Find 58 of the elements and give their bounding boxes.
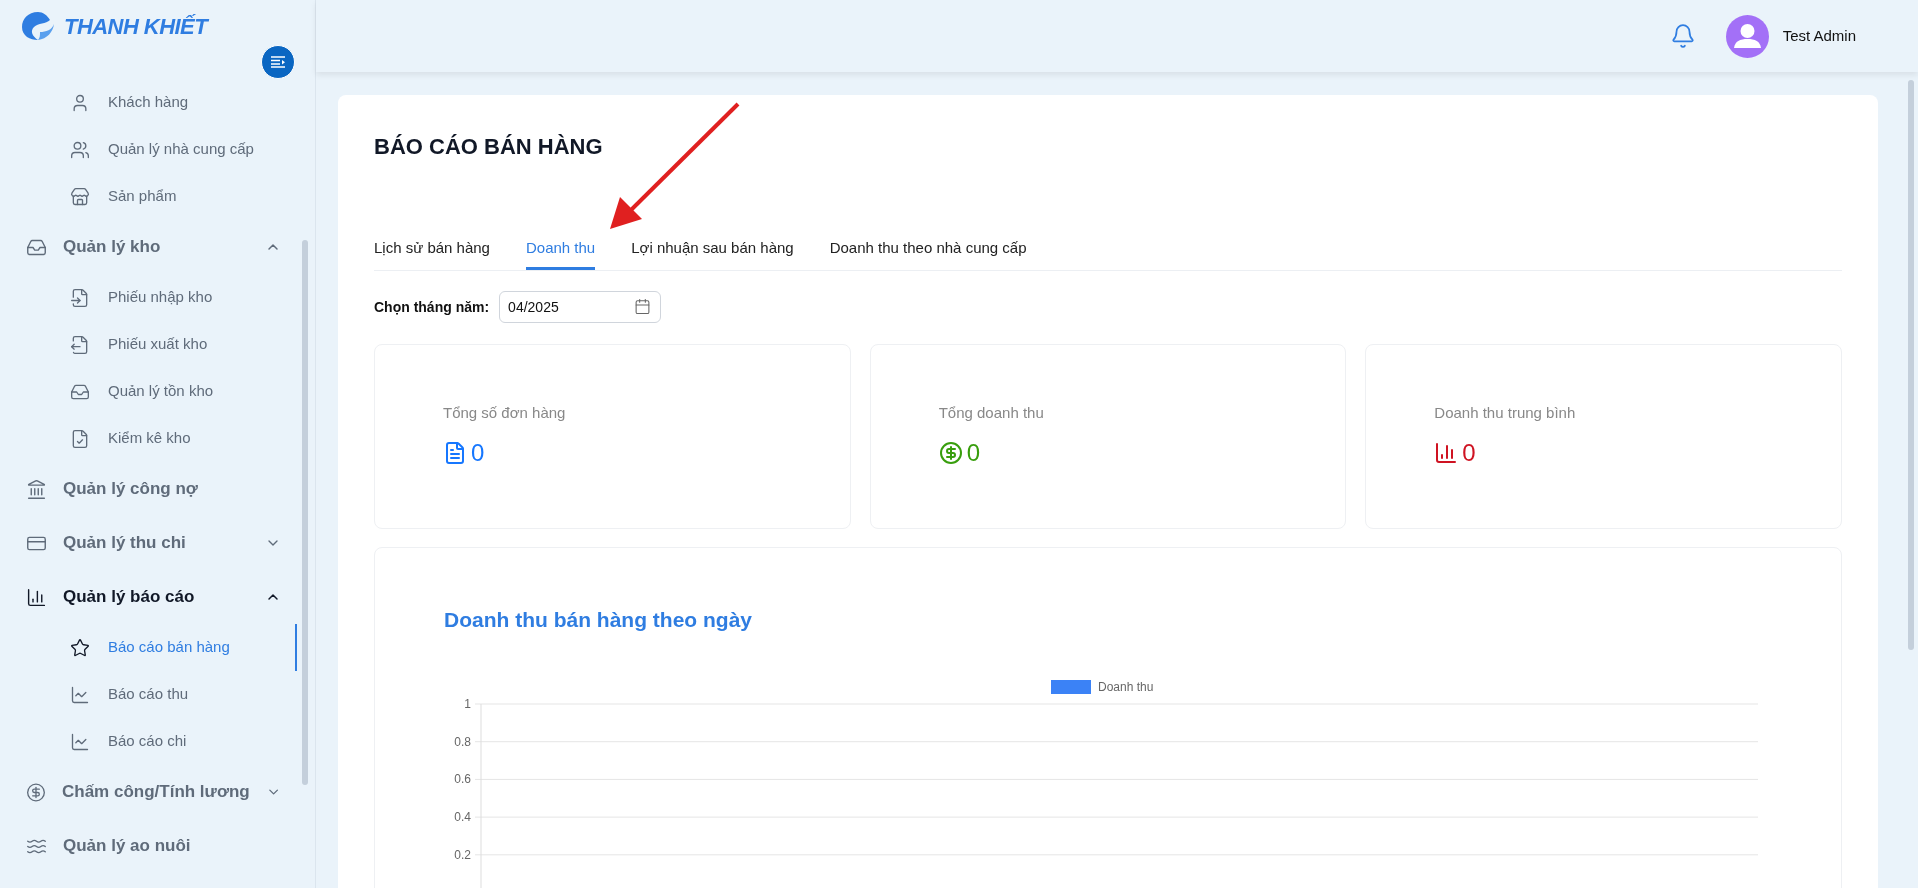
chart-legend: Doanh thu [1051,680,1154,694]
brand-name: THANH KHIẾT [64,12,208,41]
menu-icon [70,731,90,752]
stat-value: 0 [471,438,485,468]
y-tick-label: 0.4 [454,810,471,825]
tab[interactable]: Lợi nhuận sau bán hàng [631,230,794,270]
stat-value: 0 [966,438,980,468]
menu-icon [70,637,90,658]
y-tick-label: 0.6 [454,772,471,787]
chart-title: Doanh thu bán hàng theo ngày [444,607,753,633]
sidebar-item[interactable]: Báo cáo bán hàng [0,624,297,671]
sidebar-item[interactable]: Phiếu nhập kho [0,274,297,321]
y-tick-label: 0.2 [454,847,471,862]
month-picker-label: Chọn tháng năm: [374,297,490,317]
menu-icon [70,186,90,207]
scrollbar[interactable] [1908,80,1914,650]
sidebar-item[interactable]: Quản lý tồn kho [0,368,297,415]
calendar-icon [634,298,652,315]
stat-label: Tổng doanh thu [938,403,1045,423]
page-title: BÁO CÁO BÁN HÀNG [374,133,604,161]
menu-icon [70,684,90,705]
sidebar-item[interactable]: Báo cáo chi [0,718,297,765]
sidebar-item[interactable]: Sản phẩm [0,173,297,220]
section-icon [26,478,47,500]
sidebar-section[interactable]: Quản lý công nợ [0,462,315,516]
sidebar-section[interactable]: Chấm công/Tính lương [0,765,315,819]
menu-icon [70,334,90,355]
sidebar-section[interactable]: Quản lý báo cáo [0,570,315,624]
tab[interactable]: Doanh thu theo nhà cung cấp [829,230,1027,270]
menu-icon [70,287,90,308]
section-icon [26,781,46,803]
stat-label: Doanh thu trung bình [1434,403,1577,423]
menu-icon [70,139,90,160]
y-tick-label: 1 [464,697,471,711]
section-icon [26,586,47,608]
sidebar-item[interactable]: Báo cáo thu [0,671,297,718]
menu-toggle-button[interactable] [261,45,295,79]
menu-icon [270,56,286,68]
stat-label: Tổng số đơn hàng [443,403,567,423]
tab[interactable]: Lịch sử bán hàng [374,230,490,270]
notification-bell-icon[interactable] [1669,23,1696,49]
y-tick-label: 0.8 [454,734,471,749]
sidebar-item[interactable]: Phiếu xuất kho [0,321,297,368]
menu-icon [70,428,90,449]
sidebar-section[interactable]: Quản lý ao nuôi [0,819,315,873]
sidebar-section[interactable]: Quản lý thu chi [0,516,315,570]
sidebar-section[interactable]: Quản lý kho [0,220,315,274]
sidebar-item[interactable]: Kiểm kê kho [0,415,297,462]
tab[interactable]: Doanh thu [525,230,596,270]
scrollbar[interactable] [302,240,308,785]
sidebar-item[interactable]: Khách hàng [0,79,297,126]
avatar-icon[interactable] [1725,14,1769,58]
user-name: Test Admin [1782,25,1856,46]
stat-value: 0 [1462,438,1476,468]
logo-icon [20,10,56,42]
legend-label: Doanh thu [1098,680,1154,694]
month-field[interactable]: 04/2025 [499,291,662,323]
sidebar-item[interactable]: Quản lý nhà cung cấp [0,126,297,173]
